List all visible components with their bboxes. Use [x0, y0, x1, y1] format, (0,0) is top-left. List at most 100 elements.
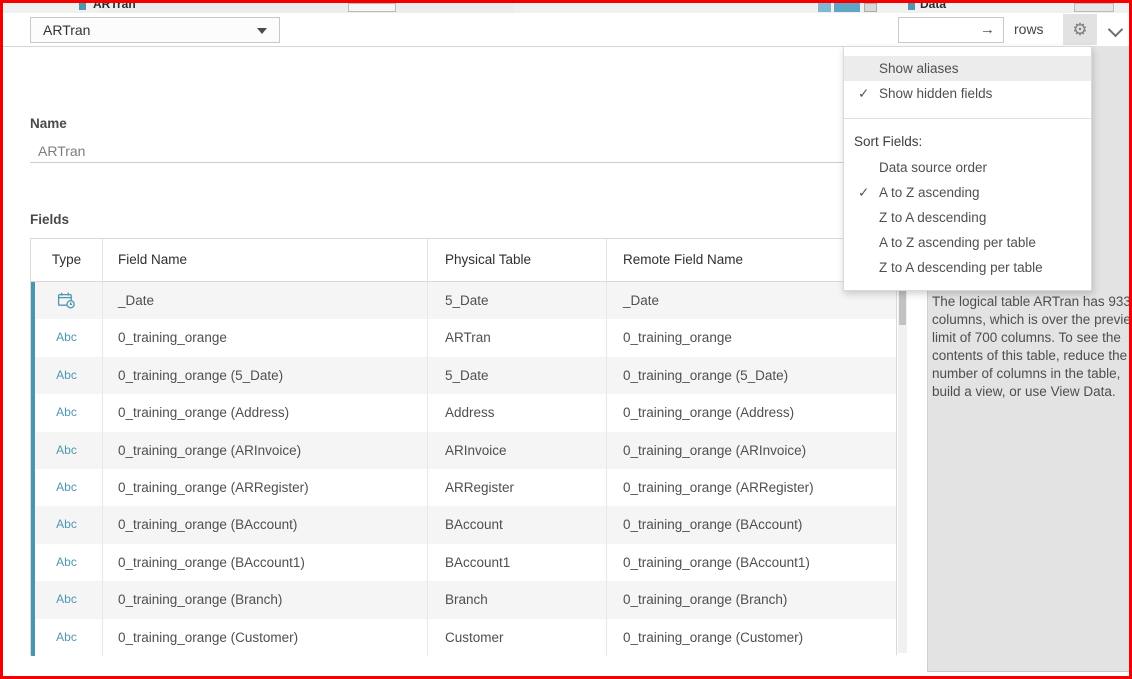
- physical-table-cell: BAccount: [428, 506, 607, 543]
- remote-field-name-cell: 0_training_orange (Customer): [607, 619, 896, 656]
- gear-icon: ⚙: [1072, 20, 1087, 39]
- settings-gear-button[interactable]: ⚙: [1063, 14, 1097, 45]
- menu-separator: [844, 118, 1091, 119]
- table-row[interactable]: Abc 0_training_orange (Branch)Branch0_tra…: [31, 581, 896, 618]
- collapse-pane-chevron-icon[interactable]: [1108, 22, 1124, 38]
- sort-fields-section-label: Sort Fields:: [844, 128, 1091, 155]
- table-row[interactable]: _Date5_Date_Date: [31, 282, 896, 319]
- field-name-cell: _Date: [103, 282, 428, 319]
- settings-menu: Show aliases✓Show hidden fields Sort Fiel…: [843, 46, 1092, 291]
- table-row[interactable]: Abc 0_training_orange (ARRegister)ARRegis…: [31, 469, 896, 506]
- menu-item-show-hidden-fields[interactable]: ✓Show hidden fields: [844, 81, 1091, 106]
- table-row[interactable]: Abc 0_training_orange (BAccount)BAccount0…: [31, 506, 896, 543]
- menu-item-z-to-a-descending-per-table[interactable]: Z to A descending per table: [844, 255, 1091, 280]
- remote-field-name-cell: 0_training_orange (ARInvoice): [607, 432, 896, 469]
- name-input[interactable]: ARTran: [38, 143, 85, 159]
- fields-table-body: _Date5_Date_DateAbc0_training_orangeARTr…: [31, 282, 896, 656]
- table-row[interactable]: Abc 0_training_orange (5_Date)5_Date0_tra…: [31, 357, 896, 394]
- clipped-control-fragment: [864, 3, 877, 12]
- check-icon: ✓: [858, 81, 876, 106]
- field-name-cell: 0_training_orange (Address): [103, 394, 428, 431]
- menu-item-a-to-z-ascending-per-table[interactable]: A to Z ascending per table: [844, 230, 1091, 255]
- clipped-thumbnail-fragment: [818, 3, 831, 12]
- field-type-cell: [31, 282, 103, 319]
- string-type-icon: Abc: [56, 581, 77, 618]
- string-type-icon: Abc: [56, 469, 77, 506]
- clipped-control-fragment: [1074, 3, 1114, 12]
- column-header-type: Type: [31, 239, 103, 281]
- field-name-cell: 0_training_orange (Branch): [103, 581, 428, 618]
- remote-field-name-cell: 0_training_orange: [607, 319, 896, 356]
- string-type-icon: Abc: [56, 432, 77, 469]
- remote-field-name-cell: 0_training_orange (ARRegister): [607, 469, 896, 506]
- remote-field-name-cell: 0_training_orange (Address): [607, 394, 896, 431]
- clipped-control-fragment: [348, 3, 396, 12]
- rows-unit-label: rows: [1014, 13, 1044, 45]
- field-type-cell: Abc: [31, 581, 103, 618]
- field-type-cell: Abc: [31, 357, 103, 394]
- string-type-icon: Abc: [56, 394, 77, 431]
- remote-field-name-cell: 0_training_orange (Branch): [607, 581, 896, 618]
- arrow-right-icon[interactable]: →: [980, 18, 995, 42]
- name-label: Name: [30, 116, 67, 131]
- table-row[interactable]: Abc0_training_orange (ARInvoice)ARInvoic…: [31, 432, 896, 469]
- field-name-cell: 0_training_orange (Customer): [103, 619, 428, 656]
- field-type-cell: Abc: [31, 432, 103, 469]
- physical-table-cell: Address: [428, 394, 607, 431]
- column-header-field-name: Field Name: [103, 239, 428, 281]
- preview-toolbar: ARTran → rows ⚙: [0, 13, 1132, 47]
- physical-table-cell: 5_Date: [428, 357, 607, 394]
- clipped-top-ui-strip: ARTran Data: [3, 3, 1129, 13]
- clipped-tab-label: ARTran: [93, 3, 136, 11]
- string-type-icon: Abc: [56, 544, 77, 581]
- field-type-cell: Abc: [31, 506, 103, 543]
- field-type-cell: Abc: [31, 319, 103, 356]
- field-name-cell: 0_training_orange: [103, 319, 428, 356]
- menu-item-data-source-order[interactable]: Data source order: [844, 155, 1091, 180]
- field-type-cell: Abc: [31, 544, 103, 581]
- physical-table-cell: ARRegister: [428, 469, 607, 506]
- field-name-cell: 0_training_orange (ARInvoice): [103, 432, 428, 469]
- table-selector-dropdown[interactable]: ARTran: [30, 17, 280, 43]
- field-type-cell: Abc: [31, 394, 103, 431]
- data-grid-icon: [908, 3, 915, 10]
- field-type-cell: Abc: [31, 619, 103, 656]
- remote-field-name-cell: 0_training_orange (5_Date): [607, 357, 896, 394]
- table-row[interactable]: Abc 0_training_orangeARTran0_training_ora…: [31, 319, 896, 356]
- menu-item-show-aliases[interactable]: Show aliases: [844, 56, 1091, 81]
- check-icon: ✓: [858, 180, 876, 205]
- data-source-edit-window: ARTran Data ARTran → rows ⚙ The logical …: [0, 0, 1132, 679]
- remote-field-name-cell: 0_training_orange (BAccount1): [607, 544, 896, 581]
- field-type-cell: Abc: [31, 469, 103, 506]
- physical-table-cell: Customer: [428, 619, 607, 656]
- table-row[interactable]: Abc 0_training_orange (Address)Address0_t…: [31, 394, 896, 431]
- row-limit-input[interactable]: →: [898, 17, 1004, 43]
- clipped-data-label: Data: [920, 3, 946, 11]
- fields-label: Fields: [30, 212, 69, 227]
- name-input-underline: [30, 162, 903, 163]
- table-scrollbar-track[interactable]: [898, 281, 907, 653]
- string-type-icon: Abc: [56, 506, 77, 543]
- field-name-cell: 0_training_orange (ARRegister): [103, 469, 428, 506]
- table-row[interactable]: Abc 0_training_orange (Customer)Customer0…: [31, 619, 896, 656]
- string-type-icon: Abc: [56, 357, 77, 394]
- string-type-icon: Abc: [56, 619, 77, 656]
- field-name-cell: 0_training_orange (BAccount1): [103, 544, 428, 581]
- string-type-icon: Abc: [56, 319, 77, 356]
- table-icon: [79, 3, 86, 10]
- clipped-tab-fragment: [100, 3, 514, 13]
- menu-item-a-to-z-ascending[interactable]: ✓A to Z ascending: [844, 180, 1091, 205]
- menu-item-z-to-a-descending[interactable]: Z to A descending: [844, 205, 1091, 230]
- physical-table-cell: Branch: [428, 581, 607, 618]
- table-row[interactable]: Abc0_training_orange (BAccount1)BAccount…: [31, 544, 896, 581]
- remote-field-name-cell: 0_training_orange (BAccount): [607, 506, 896, 543]
- clipped-thumbnail-fragment: [834, 3, 860, 12]
- date-time-icon: [57, 292, 76, 309]
- field-name-cell: 0_training_orange (BAccount): [103, 506, 428, 543]
- field-name-cell: 0_training_orange (5_Date): [103, 357, 428, 394]
- chevron-down-icon: [257, 28, 267, 34]
- physical-table-cell: ARTran: [428, 319, 607, 356]
- preview-limit-message: The logical table ARTran has 933 columns…: [932, 293, 1132, 401]
- physical-table-cell: 5_Date: [428, 282, 607, 319]
- column-header-physical-table: Physical Table: [428, 239, 607, 281]
